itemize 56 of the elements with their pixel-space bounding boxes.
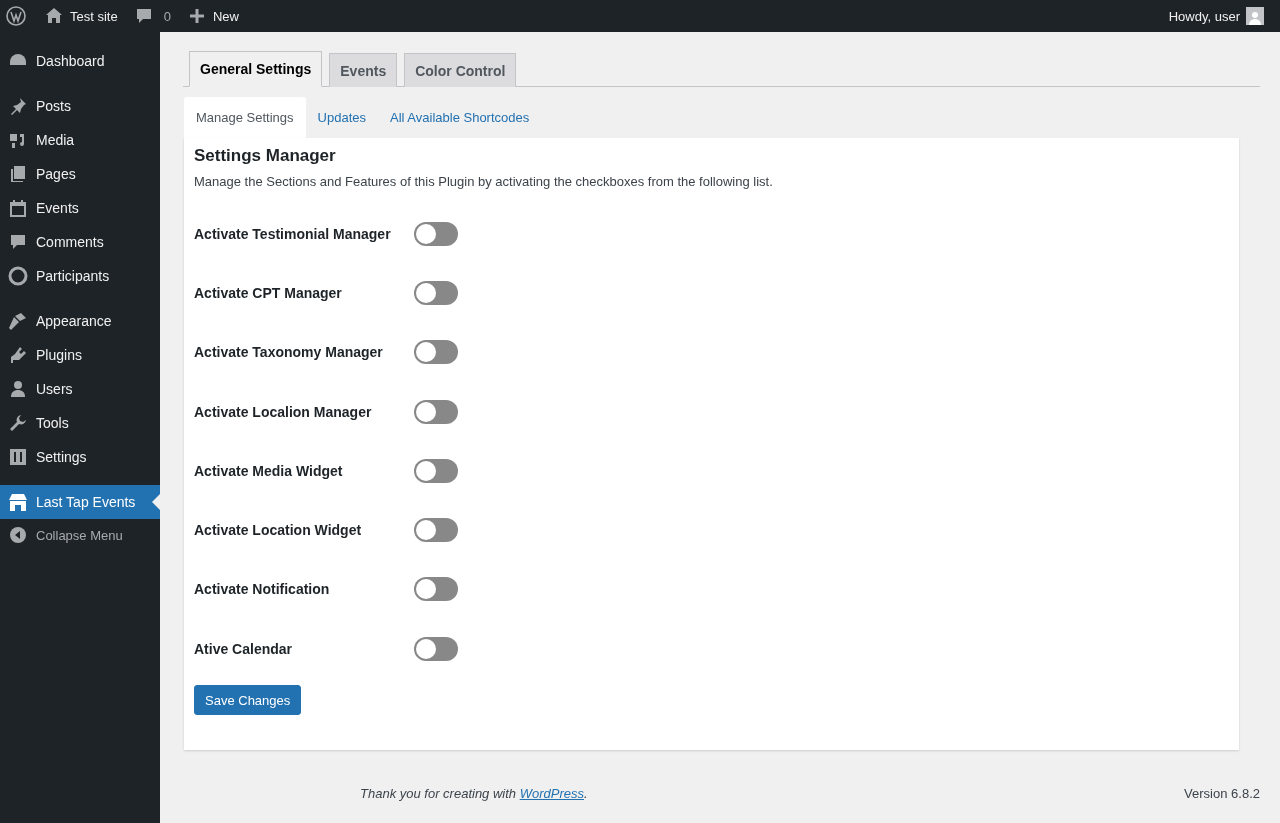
menu-item[interactable]: Settings [0,440,160,474]
menu-item[interactable]: Dashboard [0,44,160,78]
paintbrush-icon [8,311,28,331]
toggle-label: Activate Testimonial Manager [194,225,392,242]
settings-tab[interactable]: General Settings [189,51,323,87]
collapse-menu-button[interactable]: Collapse Menu [0,519,160,551]
section-title: Settings Manager [194,146,337,166]
toggle-label: Activate Taxonomy Manager [194,344,384,361]
calendar-icon [8,198,28,218]
speech-bubble-icon [8,232,28,252]
menu-item[interactable]: Plugins [0,338,160,372]
wrench-icon [8,413,28,433]
menu-item[interactable]: Comments [0,225,160,259]
menu-item[interactable]: Appearance [0,304,160,338]
section-description: Manage the Sections and Features of this Plugin by activating the checkboxes from the following list. [194,174,774,189]
toggle-switch[interactable] [414,221,458,246]
menu-item[interactable]: Last Tap Events [0,485,160,519]
wordpress-link[interactable]: WordPress [519,786,584,802]
toggle-switch[interactable] [414,340,458,365]
version-text: Version 6.8.2 [1184,786,1260,802]
menu-item[interactable]: Posts [0,89,160,123]
menu-item[interactable]: Media [0,123,160,157]
menu-item[interactable]: Users [0,372,160,406]
save-changes-button[interactable]: Save Changes [194,685,302,716]
settings-tab[interactable]: Events [329,53,398,87]
toggle-label: Activate Media Widget [194,462,344,479]
toggle-label: Activate CPT Manager [194,284,343,301]
new-link[interactable]: New [178,0,247,32]
settings-tab[interactable]: Color Control [404,53,517,87]
home-icon [44,6,64,26]
wordpress-logo-icon[interactable] [6,6,26,26]
menu-item[interactable]: Events [0,191,160,225]
toggle-label: Activate Notification [194,581,331,598]
subtab-link[interactable]: Manage Settings [184,97,306,138]
toggle-label: Activate Localion Manager [194,403,373,420]
menu-item[interactable]: Tools [0,406,160,440]
menu-item[interactable]: Pages [0,157,160,191]
toggle-label: Activate Location Widget [194,522,363,539]
user-icon [8,379,28,399]
footer-credit: Thank you for creating with WordPress. [360,786,588,802]
toggle-switch[interactable] [414,636,458,661]
toggle-switch[interactable] [414,458,458,483]
menu-item[interactable]: Participants [0,259,160,293]
toggle-switch[interactable] [414,280,458,305]
avatar-icon [1246,7,1264,25]
comments-link[interactable]: 0 [125,0,179,32]
pages-icon [8,164,28,184]
subtab-link[interactable]: Updates [305,97,378,138]
subtab-link[interactable]: All Available Shortcodes [378,97,542,138]
toggle-switch[interactable] [414,518,458,543]
toggle-label: Ative Calendar [194,640,294,657]
storefront-icon [8,492,28,512]
toggle-switch[interactable] [414,399,458,424]
toggle-switch[interactable] [414,577,458,602]
account-link[interactable]: Howdy, user [1160,0,1272,32]
site-link[interactable]: Test site [36,0,126,32]
